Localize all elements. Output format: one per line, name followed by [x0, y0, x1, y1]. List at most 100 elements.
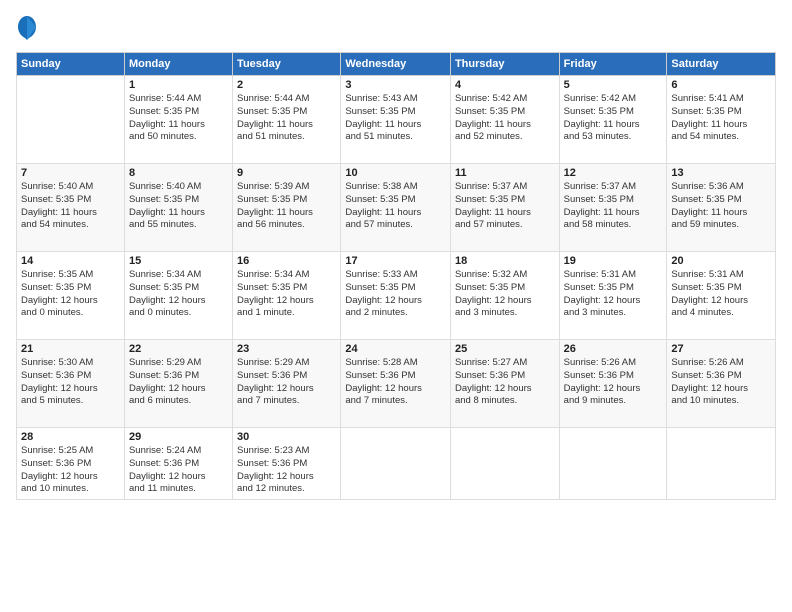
- calendar-cell: [450, 428, 559, 500]
- day-number: 2: [237, 79, 336, 91]
- day-info: Sunrise: 5:34 AMSunset: 5:35 PMDaylight:…: [129, 269, 228, 320]
- day-info: Sunrise: 5:29 AMSunset: 5:36 PMDaylight:…: [129, 357, 228, 408]
- day-number: 16: [237, 255, 336, 267]
- day-number: 10: [345, 167, 446, 179]
- day-info: Sunrise: 5:38 AMSunset: 5:35 PMDaylight:…: [345, 181, 446, 232]
- day-number: 22: [129, 343, 228, 355]
- day-number: 1: [129, 79, 228, 91]
- day-number: 14: [21, 255, 120, 267]
- calendar-cell: [341, 428, 451, 500]
- calendar-cell: 3 Sunrise: 5:43 AMSunset: 5:35 PMDaylight…: [341, 76, 451, 164]
- calendar-cell: 16 Sunrise: 5:34 AMSunset: 5:35 PMDayligh…: [233, 252, 341, 340]
- day-number: 18: [455, 255, 555, 267]
- day-number: 4: [455, 79, 555, 91]
- calendar-header-row: SundayMondayTuesdayWednesdayThursdayFrid…: [17, 53, 776, 76]
- day-info: Sunrise: 5:34 AMSunset: 5:35 PMDaylight:…: [237, 269, 336, 320]
- calendar-cell: 22 Sunrise: 5:29 AMSunset: 5:36 PMDayligh…: [124, 340, 232, 428]
- calendar-cell: 29 Sunrise: 5:24 AMSunset: 5:36 PMDayligh…: [124, 428, 232, 500]
- day-info: Sunrise: 5:39 AMSunset: 5:35 PMDaylight:…: [237, 181, 336, 232]
- calendar-cell: 14 Sunrise: 5:35 AMSunset: 5:35 PMDayligh…: [17, 252, 125, 340]
- day-info: Sunrise: 5:40 AMSunset: 5:35 PMDaylight:…: [21, 181, 120, 232]
- calendar-cell: 1 Sunrise: 5:44 AMSunset: 5:35 PMDaylight…: [124, 76, 232, 164]
- day-info: Sunrise: 5:36 AMSunset: 5:35 PMDaylight:…: [671, 181, 771, 232]
- day-number: 8: [129, 167, 228, 179]
- calendar-cell: 21 Sunrise: 5:30 AMSunset: 5:36 PMDayligh…: [17, 340, 125, 428]
- day-info: Sunrise: 5:44 AMSunset: 5:35 PMDaylight:…: [129, 93, 228, 144]
- day-number: 12: [564, 167, 663, 179]
- day-number: 24: [345, 343, 446, 355]
- day-info: Sunrise: 5:32 AMSunset: 5:35 PMDaylight:…: [455, 269, 555, 320]
- calendar-cell: 28 Sunrise: 5:25 AMSunset: 5:36 PMDayligh…: [17, 428, 125, 500]
- calendar-cell: [667, 428, 776, 500]
- logo-icon: [16, 14, 38, 42]
- calendar-cell: 2 Sunrise: 5:44 AMSunset: 5:35 PMDaylight…: [233, 76, 341, 164]
- calendar-cell: 30 Sunrise: 5:23 AMSunset: 5:36 PMDayligh…: [233, 428, 341, 500]
- calendar-cell: 10 Sunrise: 5:38 AMSunset: 5:35 PMDayligh…: [341, 164, 451, 252]
- weekday-header: Thursday: [450, 53, 559, 76]
- calendar-cell: 7 Sunrise: 5:40 AMSunset: 5:35 PMDaylight…: [17, 164, 125, 252]
- weekday-header: Sunday: [17, 53, 125, 76]
- calendar-cell: 8 Sunrise: 5:40 AMSunset: 5:35 PMDaylight…: [124, 164, 232, 252]
- day-number: 13: [671, 167, 771, 179]
- day-info: Sunrise: 5:23 AMSunset: 5:36 PMDaylight:…: [237, 445, 336, 496]
- calendar-cell: 4Sunrise: 5:42 AMSunset: 5:35 PMDaylight…: [450, 76, 559, 164]
- weekday-header: Wednesday: [341, 53, 451, 76]
- day-number: 19: [564, 255, 663, 267]
- day-info: Sunrise: 5:44 AMSunset: 5:35 PMDaylight:…: [237, 93, 336, 144]
- day-info: Sunrise: 5:40 AMSunset: 5:35 PMDaylight:…: [129, 181, 228, 232]
- day-info: Sunrise: 5:42 AMSunset: 5:35 PMDaylight:…: [564, 93, 663, 144]
- calendar-cell: 17Sunrise: 5:33 AMSunset: 5:35 PMDayligh…: [341, 252, 451, 340]
- calendar-cell: 13 Sunrise: 5:36 AMSunset: 5:35 PMDayligh…: [667, 164, 776, 252]
- day-number: 11: [455, 167, 555, 179]
- weekday-header: Tuesday: [233, 53, 341, 76]
- day-number: 20: [671, 255, 771, 267]
- day-number: 21: [21, 343, 120, 355]
- calendar-cell: 6 Sunrise: 5:41 AMSunset: 5:35 PMDaylight…: [667, 76, 776, 164]
- calendar-cell: 23Sunrise: 5:29 AMSunset: 5:36 PMDayligh…: [233, 340, 341, 428]
- day-number: 26: [564, 343, 663, 355]
- day-number: 7: [21, 167, 120, 179]
- day-number: 9: [237, 167, 336, 179]
- day-number: 25: [455, 343, 555, 355]
- logo: [16, 14, 42, 42]
- day-number: 29: [129, 431, 228, 443]
- day-info: Sunrise: 5:24 AMSunset: 5:36 PMDaylight:…: [129, 445, 228, 496]
- weekday-header: Friday: [559, 53, 667, 76]
- day-info: Sunrise: 5:25 AMSunset: 5:36 PMDaylight:…: [21, 445, 120, 496]
- day-number: 3: [345, 79, 446, 91]
- day-number: 15: [129, 255, 228, 267]
- calendar-cell: 9 Sunrise: 5:39 AMSunset: 5:35 PMDaylight…: [233, 164, 341, 252]
- day-number: 6: [671, 79, 771, 91]
- day-info: Sunrise: 5:31 AMSunset: 5:35 PMDaylight:…: [564, 269, 663, 320]
- day-info: Sunrise: 5:29 AMSunset: 5:36 PMDaylight:…: [237, 357, 336, 408]
- day-info: Sunrise: 5:30 AMSunset: 5:36 PMDaylight:…: [21, 357, 120, 408]
- day-number: 5: [564, 79, 663, 91]
- day-info: Sunrise: 5:37 AMSunset: 5:35 PMDaylight:…: [455, 181, 555, 232]
- day-info: Sunrise: 5:26 AMSunset: 5:36 PMDaylight:…: [671, 357, 771, 408]
- calendar-cell: 27 Sunrise: 5:26 AMSunset: 5:36 PMDayligh…: [667, 340, 776, 428]
- weekday-header: Saturday: [667, 53, 776, 76]
- day-number: 30: [237, 431, 336, 443]
- day-number: 27: [671, 343, 771, 355]
- calendar-cell: [559, 428, 667, 500]
- calendar-table: SundayMondayTuesdayWednesdayThursdayFrid…: [16, 52, 776, 500]
- calendar-cell: 12 Sunrise: 5:37 AMSunset: 5:35 PMDayligh…: [559, 164, 667, 252]
- weekday-header: Monday: [124, 53, 232, 76]
- day-info: Sunrise: 5:33 AMSunset: 5:35 PMDaylight:…: [345, 269, 446, 320]
- day-info: Sunrise: 5:41 AMSunset: 5:35 PMDaylight:…: [671, 93, 771, 144]
- day-info: Sunrise: 5:43 AMSunset: 5:35 PMDaylight:…: [345, 93, 446, 144]
- day-info: Sunrise: 5:35 AMSunset: 5:35 PMDaylight:…: [21, 269, 120, 320]
- page-header: [16, 14, 776, 42]
- calendar-cell: 18 Sunrise: 5:32 AMSunset: 5:35 PMDayligh…: [450, 252, 559, 340]
- day-info: Sunrise: 5:27 AMSunset: 5:36 PMDaylight:…: [455, 357, 555, 408]
- calendar-cell: 19 Sunrise: 5:31 AMSunset: 5:35 PMDayligh…: [559, 252, 667, 340]
- calendar-cell: 25 Sunrise: 5:27 AMSunset: 5:36 PMDayligh…: [450, 340, 559, 428]
- calendar-cell: 5 Sunrise: 5:42 AMSunset: 5:35 PMDaylight…: [559, 76, 667, 164]
- day-number: 28: [21, 431, 120, 443]
- day-info: Sunrise: 5:37 AMSunset: 5:35 PMDaylight:…: [564, 181, 663, 232]
- calendar-cell: 24 Sunrise: 5:28 AMSunset: 5:36 PMDayligh…: [341, 340, 451, 428]
- day-info: Sunrise: 5:31 AMSunset: 5:35 PMDaylight:…: [671, 269, 771, 320]
- day-info: Sunrise: 5:26 AMSunset: 5:36 PMDaylight:…: [564, 357, 663, 408]
- day-info: Sunrise: 5:28 AMSunset: 5:36 PMDaylight:…: [345, 357, 446, 408]
- calendar-cell: 26 Sunrise: 5:26 AMSunset: 5:36 PMDayligh…: [559, 340, 667, 428]
